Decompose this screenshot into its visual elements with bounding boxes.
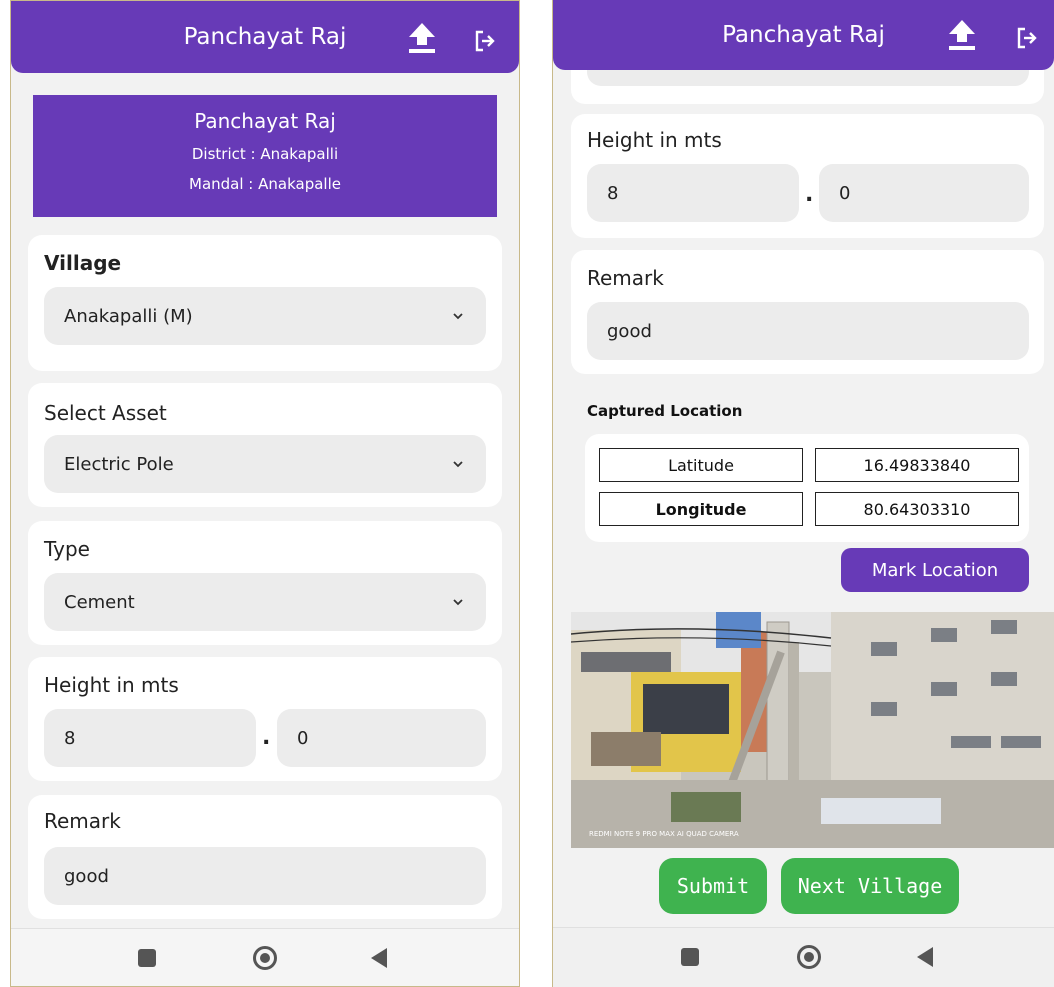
remark-input[interactable]: good bbox=[587, 302, 1029, 360]
height-fraction-input[interactable]: 0 bbox=[277, 709, 486, 767]
type-select[interactable]: Cement bbox=[44, 573, 486, 631]
photo-caption: REDMI NOTE 9 PRO MAX AI QUAD CAMERA bbox=[589, 830, 739, 838]
longitude-label: Longitude bbox=[599, 492, 803, 526]
upload-icon[interactable] bbox=[947, 18, 977, 52]
app-title: Panchayat Raj bbox=[183, 24, 347, 50]
type-card: Type Cement bbox=[28, 521, 502, 645]
back-icon[interactable] bbox=[917, 947, 933, 967]
home-icon[interactable] bbox=[253, 946, 277, 970]
electric-pole-photo: REDMI NOTE 9 PRO MAX AI QUAD CAMERA bbox=[571, 612, 1054, 848]
asset-selected-value: Electric Pole bbox=[64, 453, 174, 475]
height-label: Height in mts bbox=[587, 128, 722, 152]
remark-label: Remark bbox=[44, 809, 121, 833]
mandal-text: Mandal : Anakapalle bbox=[189, 175, 341, 193]
asset-card: Select Asset Electric Pole bbox=[28, 383, 502, 507]
back-icon[interactable] bbox=[371, 948, 387, 968]
captured-photo: REDMI NOTE 9 PRO MAX AI QUAD CAMERA bbox=[571, 612, 1054, 848]
app-title: Panchayat Raj bbox=[722, 22, 885, 48]
decimal-separator: . bbox=[262, 725, 271, 750]
asset-select[interactable]: Electric Pole bbox=[44, 435, 486, 493]
height-label: Height in mts bbox=[44, 673, 179, 697]
home-icon[interactable] bbox=[797, 945, 821, 969]
village-selected-value: Anakapalli (M) bbox=[64, 305, 193, 327]
app-bar: Panchayat Raj bbox=[553, 0, 1054, 70]
chevron-down-icon bbox=[453, 461, 463, 468]
district-info-banner: Panchayat Raj District : Anakapalli Mand… bbox=[33, 95, 497, 217]
captured-location-title: Captured Location bbox=[587, 402, 743, 420]
remark-card: Remark good bbox=[571, 250, 1044, 374]
height-whole-input[interactable]: 8 bbox=[587, 164, 799, 222]
district-text: District : Anakapalli bbox=[191, 145, 339, 163]
height-whole-input[interactable]: 8 bbox=[44, 709, 256, 767]
right-phone-screen: Panchayat Raj Height in mts 8 . 0 Remark… bbox=[552, 0, 1054, 987]
chevron-down-icon bbox=[453, 313, 463, 320]
location-card: Latitude 16.49833840 Longitude 80.643033… bbox=[585, 434, 1029, 542]
left-phone-screen: Panchayat Raj Panchayat Raj District : A… bbox=[10, 0, 520, 987]
system-nav-bar bbox=[553, 927, 1054, 987]
height-fraction-input[interactable]: 0 bbox=[819, 164, 1029, 222]
next-village-button[interactable]: Next Village bbox=[781, 858, 959, 914]
remark-label: Remark bbox=[587, 266, 664, 290]
remark-card: Remark good bbox=[28, 795, 502, 919]
decimal-separator: . bbox=[805, 182, 814, 207]
village-label: Village bbox=[44, 251, 122, 275]
latitude-label: Latitude bbox=[599, 448, 803, 482]
village-card: Village Anakapalli (M) bbox=[28, 235, 502, 371]
upload-icon[interactable] bbox=[407, 21, 437, 55]
height-card: Height in mts 8 . 0 bbox=[571, 114, 1044, 238]
type-selected-value: Cement bbox=[64, 591, 135, 613]
app-bar: Panchayat Raj bbox=[11, 1, 519, 73]
recent-apps-icon[interactable] bbox=[138, 949, 156, 967]
village-select[interactable]: Anakapalli (M) bbox=[44, 287, 486, 345]
asset-label: Select Asset bbox=[44, 401, 167, 425]
system-nav-bar bbox=[11, 928, 519, 986]
mark-location-button[interactable]: Mark Location bbox=[841, 548, 1029, 592]
type-label: Type bbox=[44, 537, 90, 561]
longitude-value: 80.64303310 bbox=[815, 492, 1019, 526]
recent-apps-icon[interactable] bbox=[681, 948, 699, 966]
submit-button[interactable]: Submit bbox=[659, 858, 767, 914]
logout-icon[interactable] bbox=[1015, 26, 1039, 50]
remark-input[interactable]: good bbox=[44, 847, 486, 905]
latitude-value: 16.49833840 bbox=[815, 448, 1019, 482]
banner-title: Panchayat Raj bbox=[194, 109, 336, 133]
chevron-down-icon bbox=[453, 599, 463, 606]
logout-icon[interactable] bbox=[473, 29, 497, 53]
height-card: Height in mts 8 . 0 bbox=[28, 657, 502, 781]
